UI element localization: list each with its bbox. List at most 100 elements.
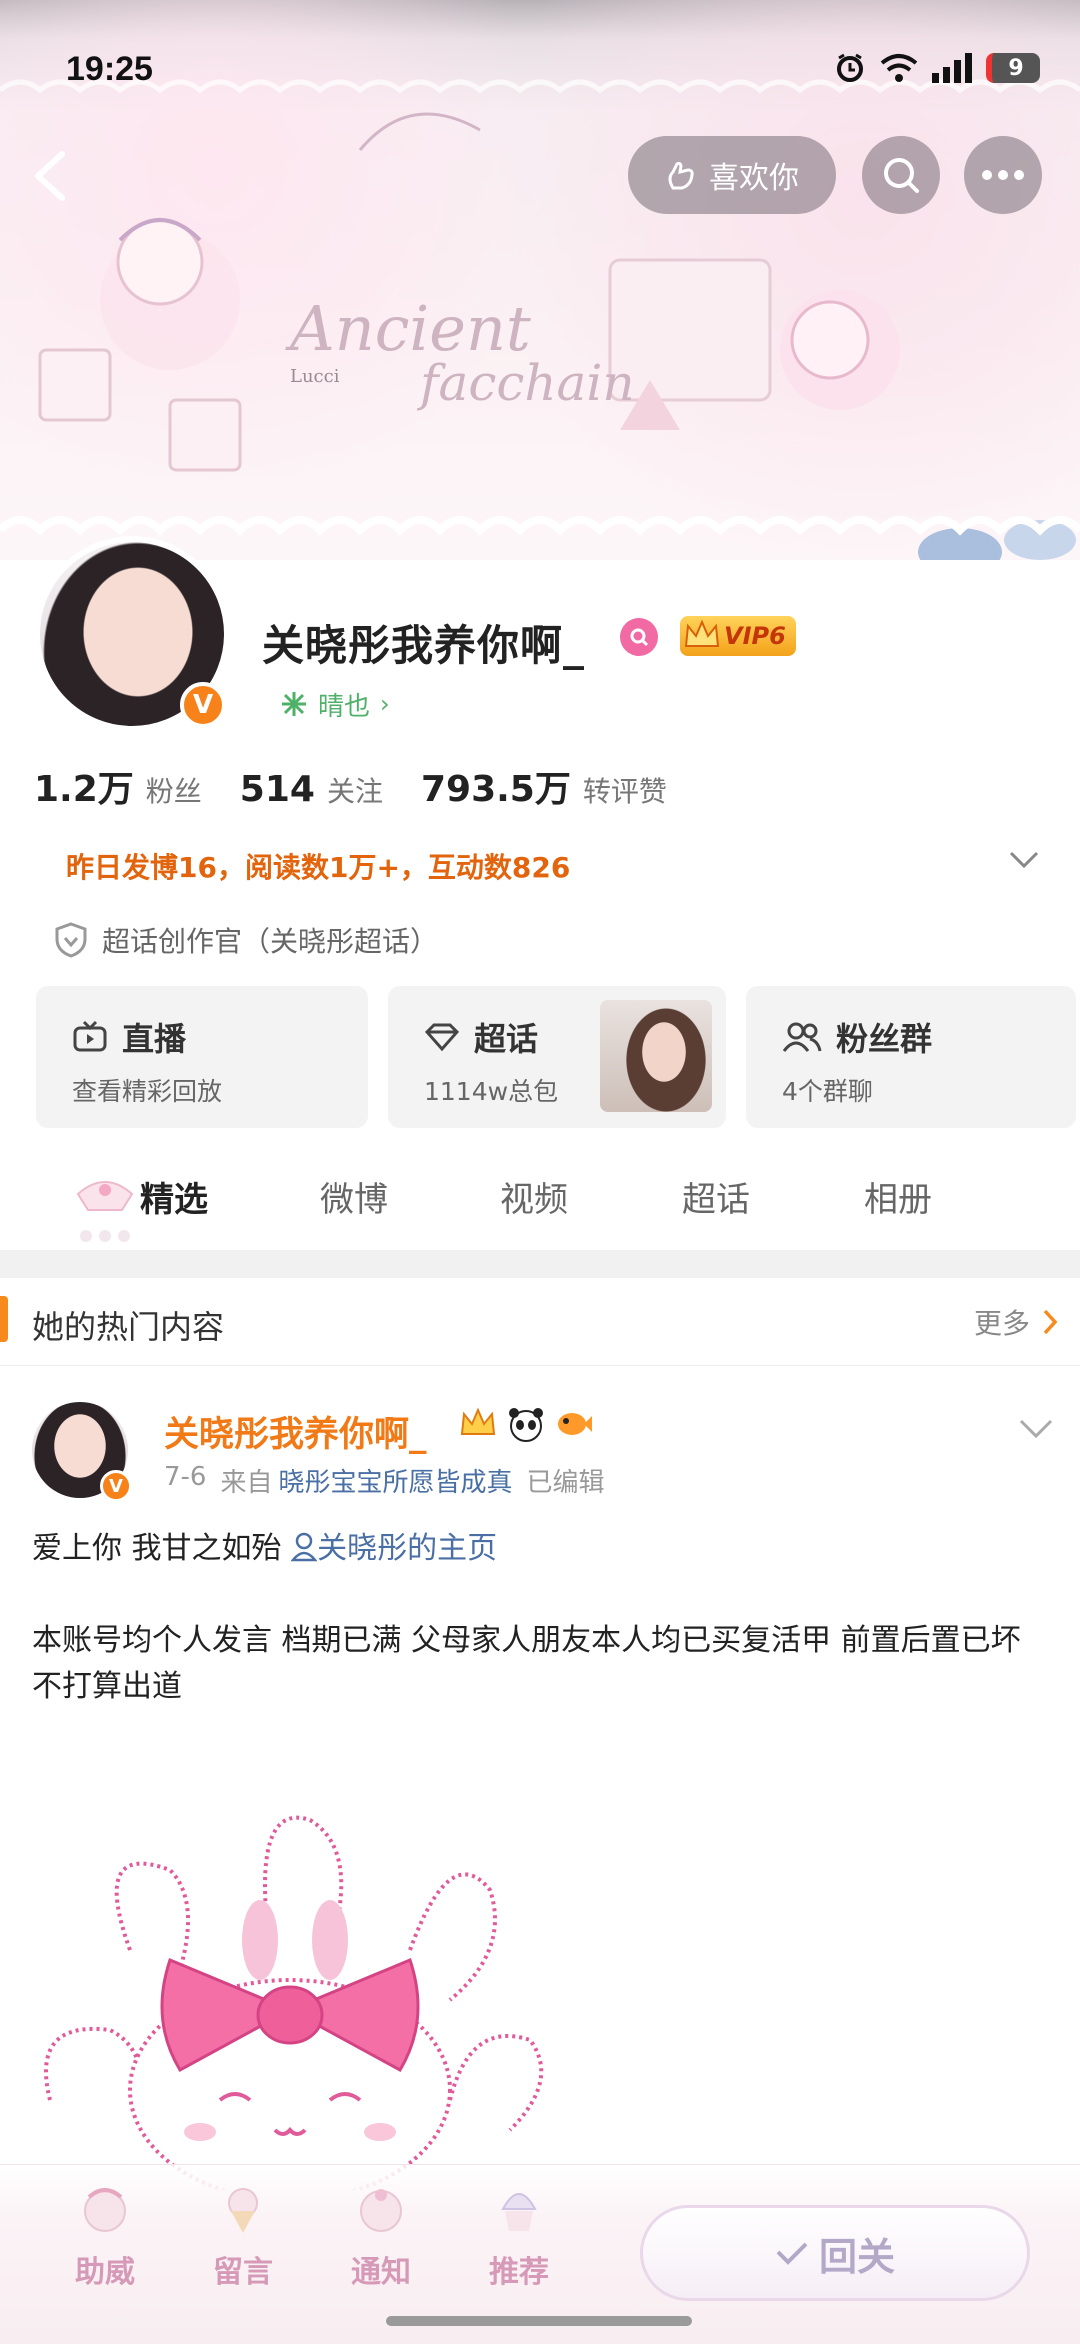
- activity-summary[interactable]: 昨日发博16，阅读数1万+，互动数826: [66, 846, 570, 886]
- stat-followers[interactable]: 1.2万 粉丝: [34, 760, 202, 812]
- more-options-button[interactable]: [964, 136, 1042, 214]
- cheer-icon: [84, 2188, 126, 2232]
- crown-icon: [684, 619, 720, 647]
- stat-following[interactable]: 514 关注: [240, 769, 383, 810]
- hand-heart-icon: [668, 161, 694, 190]
- tab-supertopic[interactable]: 超话: [682, 1172, 750, 1221]
- panda-icon: [509, 1408, 543, 1442]
- wifi-icon: [880, 54, 918, 82]
- post-profile-link[interactable]: 关晓彤的主页: [290, 1531, 497, 1566]
- hot-accent-bar: [0, 1296, 8, 1342]
- card-fan-group[interactable]: 粉丝群 4个群聊: [746, 986, 1076, 1128]
- more-label: 更多: [973, 1307, 1030, 1340]
- status-bar: 19:25 9: [0, 0, 1080, 140]
- card-title-label: 粉丝群: [836, 1020, 933, 1058]
- more-dots-icon: [982, 170, 1024, 180]
- vip-badge[interactable]: VIP6: [680, 616, 796, 656]
- crown-badge-icon: [460, 1407, 496, 1435]
- check-icon: [776, 2242, 808, 2265]
- post-body: 爱上你 我甘之如殆 关晓彤的主页 本账号均个人发言 档期已满 父母家人朋友本人均…: [32, 1526, 1052, 1710]
- search-button[interactable]: [862, 136, 940, 214]
- card-subtitle: 4个群聊: [782, 1077, 873, 1106]
- chevron-right-icon: ›: [380, 690, 390, 718]
- tab-featured[interactable]: 精选: [140, 1172, 208, 1221]
- card-subtitle: 1114w总包: [424, 1077, 559, 1106]
- stat-label: 转评赞: [582, 775, 667, 808]
- tv-icon: [73, 1020, 107, 1052]
- tab-weibo[interactable]: 微博: [320, 1172, 388, 1221]
- post-line-2: 本账号均个人发言 档期已满 父母家人朋友本人均已买复活甲 前置后置已坏 不打算出…: [32, 1623, 1021, 1704]
- ice-cream-icon: [228, 2188, 258, 2233]
- verified-icon: V: [100, 1470, 132, 1502]
- bottom-label: 通知: [351, 2255, 411, 2290]
- chevron-down-icon[interactable]: [1018, 1418, 1054, 1440]
- supertopic-thumbnail: [600, 1000, 712, 1112]
- cheer-button[interactable]: 助威: [50, 2185, 160, 2291]
- recommend-button[interactable]: 推荐: [464, 2185, 574, 2291]
- status-icons: 9: [834, 52, 1040, 84]
- card-live[interactable]: 直播 查看精彩回放: [36, 986, 368, 1128]
- vip-label: VIP6: [724, 622, 786, 650]
- post-date: 7-6: [164, 1462, 207, 1492]
- person-icon: [290, 1532, 318, 1562]
- stat-label: 粉丝: [145, 775, 202, 808]
- card-supertopic[interactable]: 超话 1114w总包: [388, 986, 726, 1128]
- hot-content-title: 她的热门内容: [32, 1308, 225, 1346]
- back-button[interactable]: [30, 148, 70, 204]
- stat-number: 793.5万: [420, 769, 571, 810]
- post-edited: 已编辑: [526, 1468, 605, 1498]
- profile-tabs: 精选 微博 视频 超话 相册: [0, 1150, 1080, 1250]
- tab-video[interactable]: 视频: [500, 1172, 568, 1221]
- bottom-label: 推荐: [489, 2255, 549, 2290]
- creator-label: 超话创作官（关晓彤超话）: [102, 925, 439, 958]
- creator-badge-row[interactable]: 超话创作官（关晓彤超话）: [54, 920, 438, 960]
- home-indicator: [386, 2316, 692, 2326]
- status-time: 19:25: [66, 50, 153, 88]
- bottom-label: 助威: [75, 2255, 135, 2290]
- chevron-right-icon: [1043, 1309, 1058, 1335]
- card-title-label: 超话: [474, 1020, 539, 1058]
- card-title-label: 直播: [122, 1020, 187, 1058]
- profile-tag-chip[interactable]: 晴也 ›: [264, 676, 408, 732]
- bottom-label: 留言: [213, 2255, 273, 2290]
- stat-interactions: 793.5万 转评赞: [421, 760, 667, 812]
- stat-number: 1.2万: [34, 769, 134, 810]
- diamond-icon: [424, 1023, 460, 1052]
- post-line-1: 爱上你 我甘之如殆 关晓彤的主页: [32, 1531, 498, 1566]
- battery-indicator: 9: [986, 53, 1040, 83]
- profile-tag-label: 晴也: [318, 691, 371, 722]
- supertopic-search-icon[interactable]: [620, 618, 658, 656]
- post-author-badges: [458, 1404, 594, 1444]
- group-icon: [782, 1022, 822, 1052]
- notify-icon: [360, 2189, 402, 2232]
- profile-username: 关晓彤我养你啊_: [262, 621, 586, 670]
- hot-content-header: 她的热门内容 更多: [0, 1278, 1080, 1366]
- stat-number: 514: [239, 769, 315, 810]
- shield-icon: [55, 922, 87, 958]
- svg-text:facchain: facchain: [416, 354, 635, 412]
- more-button[interactable]: 更多: [974, 1302, 1058, 1342]
- fish-icon: [558, 1413, 592, 1435]
- post-from-prefix: 来自: [220, 1468, 273, 1498]
- like-you-label: 喜欢你: [709, 161, 799, 196]
- follow-back-label: 回关: [818, 2234, 895, 2279]
- tab-album[interactable]: 相册: [864, 1172, 932, 1221]
- alarm-icon: [837, 53, 863, 82]
- post-author-name[interactable]: 关晓彤我养你啊_: [164, 1406, 427, 1457]
- follow-back-button[interactable]: 回关: [640, 2205, 1030, 2301]
- post-source[interactable]: 晓彤宝宝所愿皆成真: [278, 1462, 512, 1499]
- verified-icon: V: [180, 682, 226, 728]
- chevron-left-icon: [35, 151, 65, 201]
- chevron-down-icon[interactable]: [1008, 850, 1040, 870]
- snowflake-icon: [282, 692, 306, 716]
- tab-decoration-icon: [76, 1181, 134, 1242]
- svg-text:Lucci: Lucci: [290, 366, 340, 387]
- section-divider: [0, 1250, 1080, 1278]
- post-meta: 7-6 来自 晓彤宝宝所愿皆成真 已编辑: [164, 1462, 605, 1499]
- message-button[interactable]: 留言: [188, 2185, 298, 2291]
- cupcake-icon: [501, 2193, 537, 2231]
- stat-label: 关注: [326, 775, 383, 808]
- bunny-sticker-image[interactable]: [30, 1770, 550, 2190]
- like-you-button[interactable]: 喜欢你: [628, 136, 836, 214]
- notify-button[interactable]: 通知: [326, 2185, 436, 2291]
